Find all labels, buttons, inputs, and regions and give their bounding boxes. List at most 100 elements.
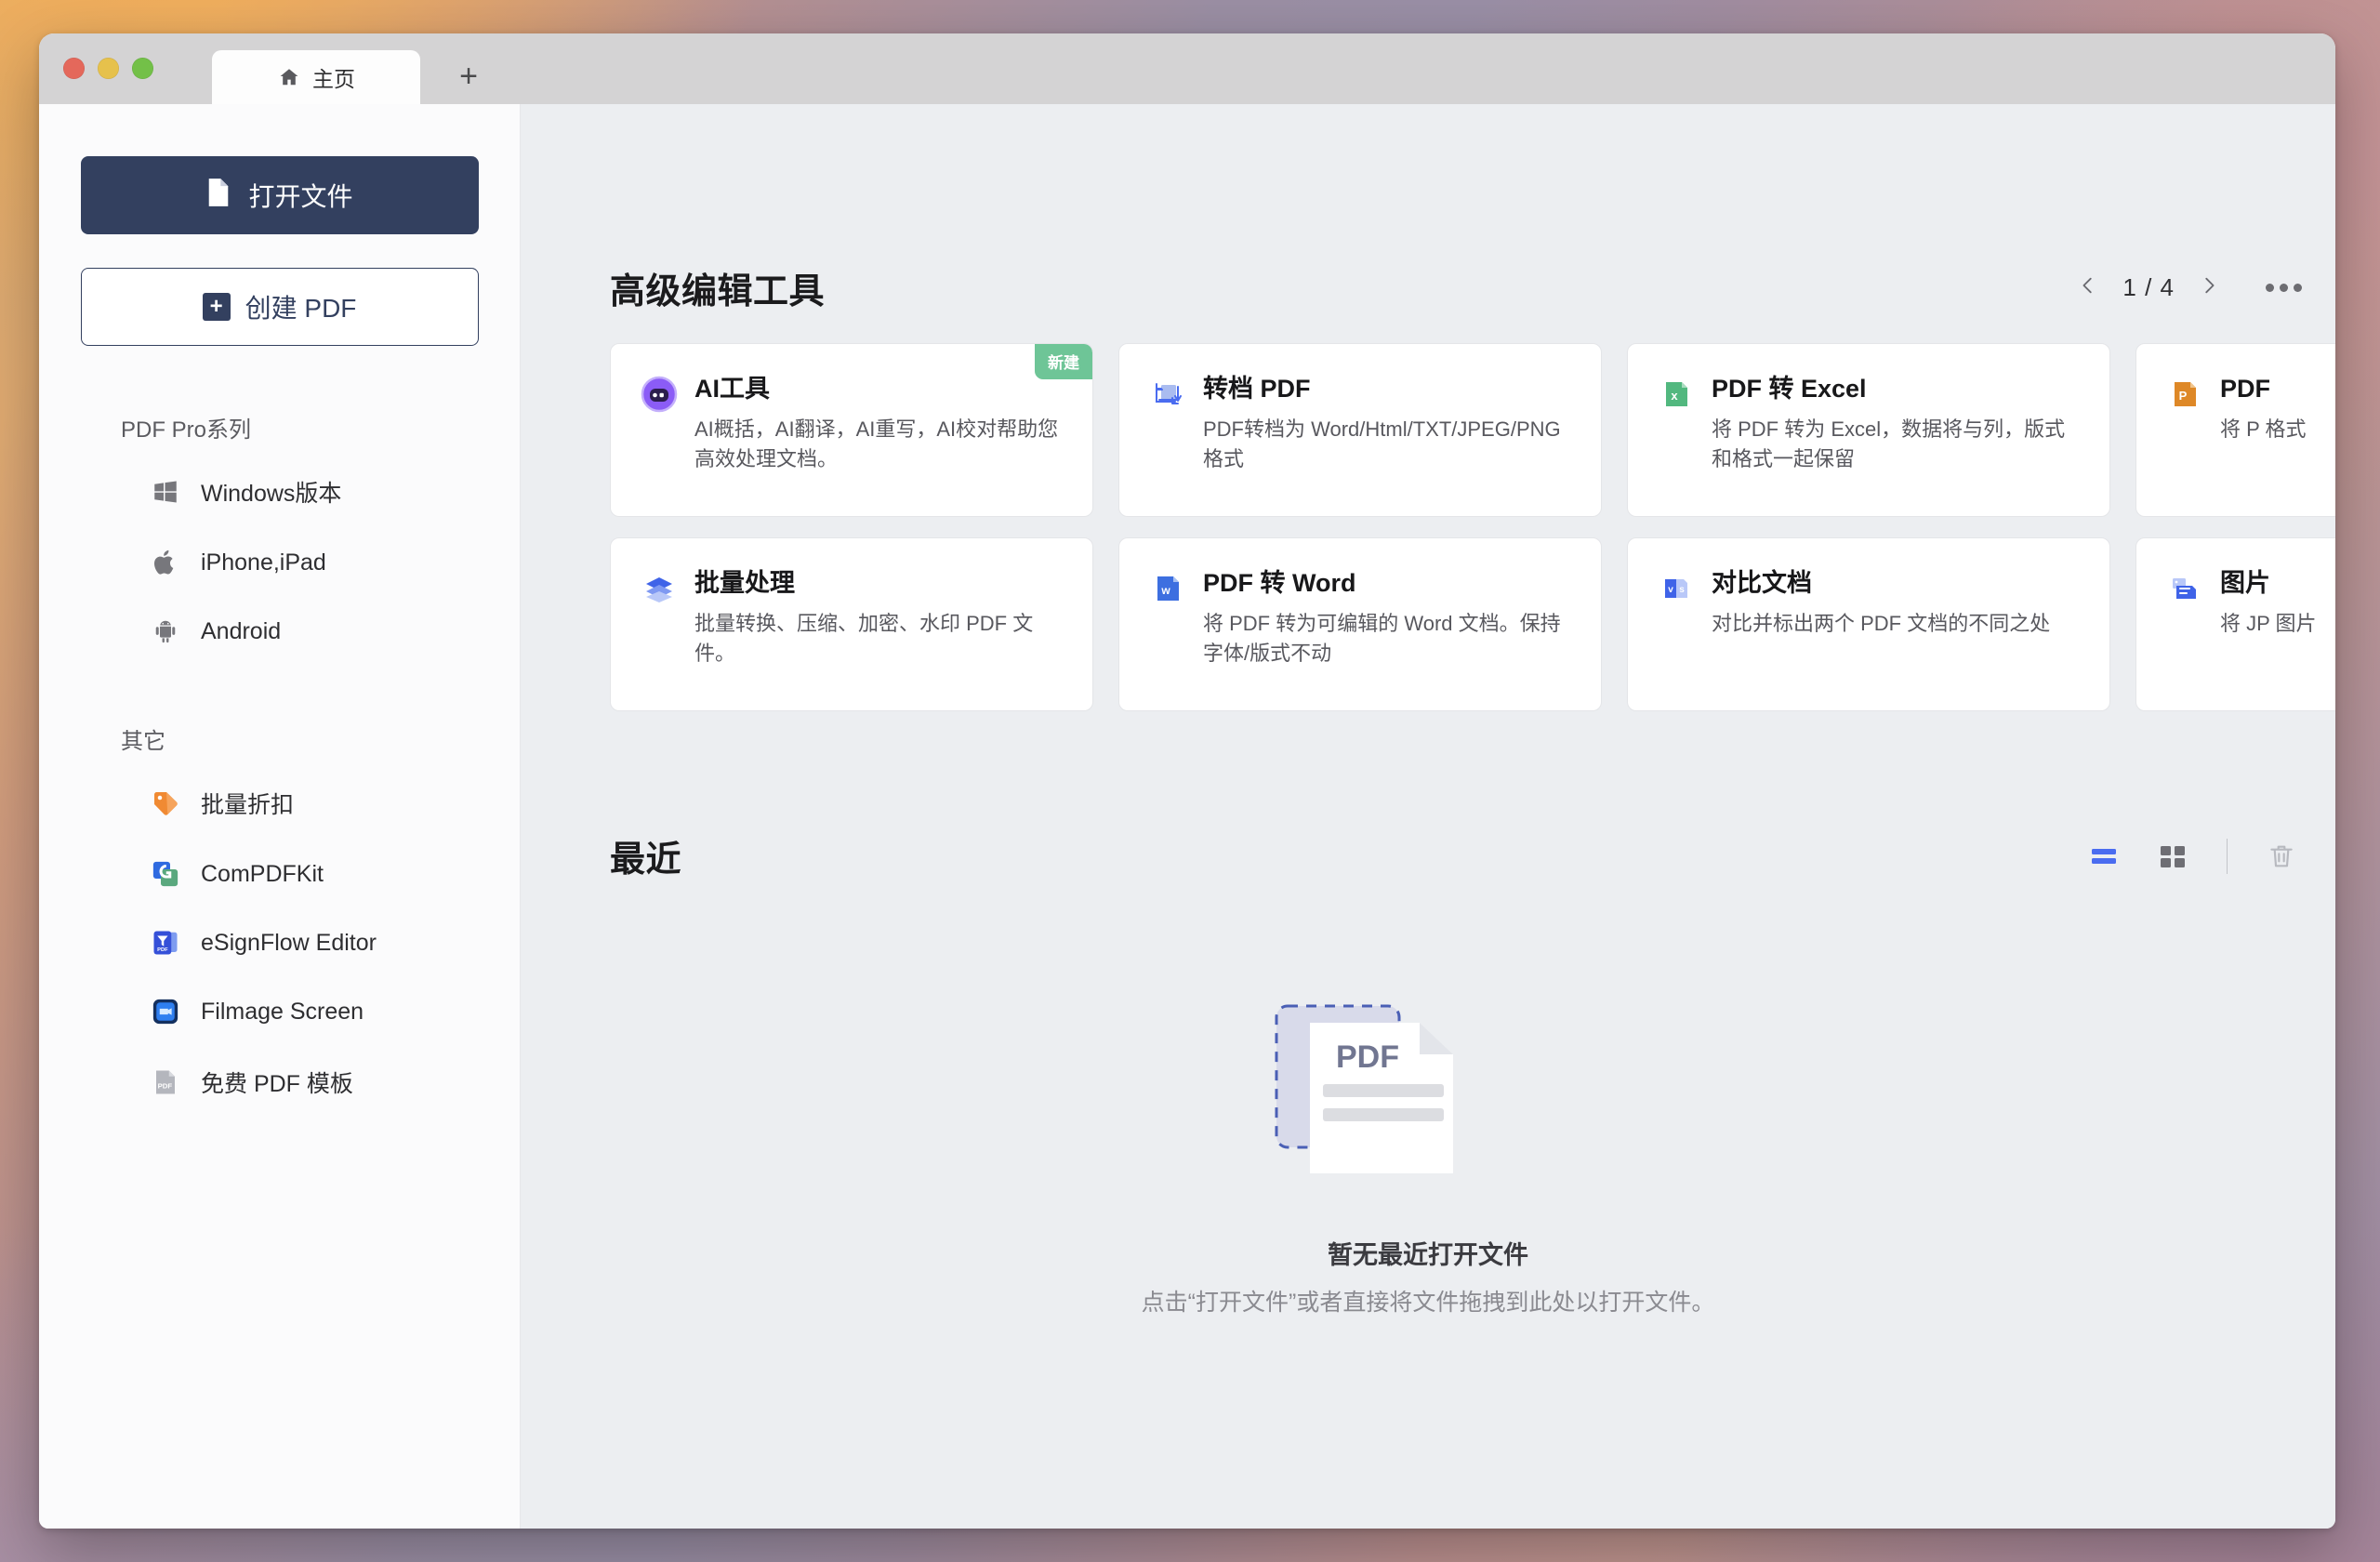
traffic-lights (63, 58, 153, 79)
apple-icon (151, 548, 180, 577)
toolbar-divider (2227, 838, 2228, 874)
sidebar-item-windows[interactable]: Windows版本 (39, 464, 520, 520)
grid-view-icon[interactable] (2152, 836, 2193, 877)
sidebar-item-compdfkit[interactable]: ComPDFKit (39, 848, 520, 900)
sidebar-item-label: Filmage Screen (201, 998, 364, 1025)
pdf-template-icon: PDF (151, 1067, 180, 1097)
open-file-button[interactable]: 打开文件 (80, 156, 479, 234)
tool-card-title: 图片 (2220, 569, 2270, 597)
close-button[interactable] (63, 58, 85, 79)
tool-card-title: PDF (2220, 375, 2270, 403)
tool-card-pdf-to-ppt[interactable]: P PDF 将 P 格式 (2135, 343, 2335, 517)
tool-card-title: 对比文档 (1712, 569, 1812, 597)
tool-card-convert-pdf[interactable]: 转档 PDF PDF转档为 Word/Html/TXT/JPEG/PNG 格式 (1118, 343, 1602, 517)
open-file-label: 打开文件 (248, 182, 353, 211)
convert-pdf-icon (1149, 376, 1186, 413)
sidebar-item-label: iPhone,iPad (201, 549, 326, 576)
create-pdf-button[interactable]: + 创建 PDF (80, 268, 479, 346)
tool-card-title: PDF 转 Word (1203, 569, 1356, 597)
sidebar-item-label: eSignFlow Editor (201, 929, 377, 956)
ai-robot-icon (641, 376, 678, 413)
recent-title: 最近 (610, 841, 682, 880)
tool-card-title: AI工具 (694, 375, 770, 403)
tools-card-grid: 新建 AI工具 AI概括，AI翻译，AI重写，AI校对帮助您高效处理文档。 转档… (521, 343, 2335, 711)
trash-icon[interactable] (2261, 836, 2302, 877)
tool-card-ai[interactable]: 新建 AI工具 AI概括，AI翻译，AI重写，AI校对帮助您高效处理文档。 (610, 343, 1093, 517)
tool-card-title: PDF 转 Excel (1712, 375, 1867, 403)
tool-card-image-to-pdf[interactable]: 图片 将 JP 图片 (2135, 537, 2335, 711)
tools-section-header: 高级编辑工具 1 / 4 (521, 262, 2335, 313)
sidebar-item-bulk-discount[interactable]: 批量折扣 (39, 775, 520, 831)
filmage-icon (151, 997, 180, 1026)
nav-group-pdf-pro: PDF Pro系列 Windows版本 iPhone,iPad Android (39, 411, 520, 657)
nav-group-other: 其它 批量折扣 ComPDFKit PDF eSignFlow Editor F… (39, 722, 520, 1110)
plus-icon: + (202, 293, 231, 321)
file-icon (205, 178, 231, 214)
tool-card-pdf-to-word[interactable]: w PDF 转 Word 将 PDF 转为可编辑的 Word 文档。保持字体/版… (1118, 537, 1602, 711)
new-tab-button[interactable]: + (446, 54, 491, 99)
excel-icon: x (1658, 376, 1695, 413)
windows-icon (151, 477, 180, 507)
sidebar-item-iphone-ipad[interactable]: iPhone,iPad (39, 536, 520, 589)
chevron-left-icon[interactable] (2078, 275, 2098, 300)
more-options-icon[interactable] (2266, 284, 2302, 292)
create-pdf-label: 创建 PDF (245, 294, 357, 323)
status-badge: 新建 (1035, 344, 1092, 379)
svg-text:PDF: PDF (157, 947, 168, 953)
list-view-icon[interactable] (2083, 836, 2124, 877)
sidebar: 打开文件 + 创建 PDF PDF Pro系列 Windows版本 iPhone… (39, 104, 521, 1529)
recent-section-header: 最近 (521, 830, 2335, 881)
empty-state-title: 暂无最近打开文件 (1328, 1241, 1528, 1269)
tool-card-desc: 将 PDF 转为可编辑的 Word 文档。保持字体/版式不动 (1203, 612, 1561, 666)
tool-card-title: 批量处理 (694, 569, 795, 597)
tool-card-desc: 将 P 格式 (2220, 417, 2307, 442)
esignflow-icon: PDF (151, 928, 180, 958)
tool-card-pdf-to-excel[interactable]: x PDF 转 Excel 将 PDF 转为 Excel，数据将与列，版式和格式… (1627, 343, 2110, 517)
svg-text:PDF: PDF (1336, 1039, 1399, 1075)
main-panel: 高级编辑工具 1 / 4 新建 AI工具 AI概括，AI翻译，AI重写，AI校对… (521, 104, 2335, 1529)
tool-card-batch-process[interactable]: 批量处理 批量转换、压缩、加密、水印 PDF 文件。 (610, 537, 1093, 711)
sidebar-item-label: Android (201, 617, 282, 644)
sidebar-item-label: ComPDFKit (201, 860, 324, 887)
layers-icon (641, 570, 678, 607)
svg-text:s: s (1679, 585, 1685, 595)
sidebar-item-esignflow-editor[interactable]: PDF eSignFlow Editor (39, 917, 520, 969)
sidebar-item-label: Windows版本 (201, 481, 342, 507)
svg-text:x: x (1671, 389, 1678, 403)
svg-text:P: P (2179, 389, 2188, 403)
compare-vs-icon: v s (1658, 570, 1695, 607)
image-to-pdf-icon (2166, 570, 2203, 607)
title-bar: 主页 + (39, 33, 2335, 104)
recent-toolbar (2083, 836, 2302, 877)
tag-icon (151, 788, 180, 818)
tool-card-desc: PDF转档为 Word/Html/TXT/JPEG/PNG 格式 (1203, 417, 1561, 471)
tools-pager: 1 / 4 (2078, 273, 2302, 302)
tool-card-desc: 将 JP 图片 (2220, 612, 2317, 636)
tool-card-desc: 对比并标出两个 PDF 文档的不同之处 (1712, 612, 2051, 636)
tab-home[interactable]: 主页 (212, 50, 420, 104)
tool-card-desc: 将 PDF 转为 Excel，数据将与列，版式和格式一起保留 (1712, 417, 2066, 471)
empty-state-illustration: PDF (1275, 986, 1581, 1199)
tool-card-title: 转档 PDF (1203, 375, 1311, 403)
tab-home-label: 主页 (312, 67, 355, 91)
chevron-right-icon[interactable] (2199, 275, 2219, 300)
sidebar-item-android[interactable]: Android (39, 605, 520, 657)
app-window: 主页 + 打开文件 + 创建 PDF PDF Pro系列 Windows版本 i… (39, 33, 2335, 1529)
recent-empty-state: PDF 暂无最近打开文件 点击“打开文件”或者直接将文件拖拽到此处以打开文件。 (521, 986, 2335, 1321)
nav-group-title-pdf-pro: PDF Pro系列 (121, 417, 252, 443)
minimize-button[interactable] (98, 58, 119, 79)
svg-text:w: w (1160, 584, 1170, 597)
tool-card-desc: 批量转换、压缩、加密、水印 PDF 文件。 (694, 612, 1034, 666)
svg-text:v: v (1668, 585, 1673, 595)
powerpoint-icon: P (2166, 376, 2203, 413)
compdfkit-icon (151, 859, 180, 889)
zoom-button[interactable] (132, 58, 153, 79)
sidebar-item-label: 批量折扣 (201, 792, 295, 818)
tool-card-desc: AI概括，AI翻译，AI重写，AI校对帮助您高效处理文档。 (694, 417, 1059, 471)
sidebar-item-filmage-screen[interactable]: Filmage Screen (39, 986, 520, 1038)
sidebar-item-free-pdf-templates[interactable]: PDF 免费 PDF 模板 (39, 1054, 520, 1110)
svg-text:PDF: PDF (158, 1081, 173, 1090)
word-icon: w (1149, 570, 1186, 607)
tool-card-compare-docs[interactable]: v s 对比文档 对比并标出两个 PDF 文档的不同之处 (1627, 537, 2110, 711)
sidebar-item-label: 免费 PDF 模板 (201, 1071, 353, 1097)
